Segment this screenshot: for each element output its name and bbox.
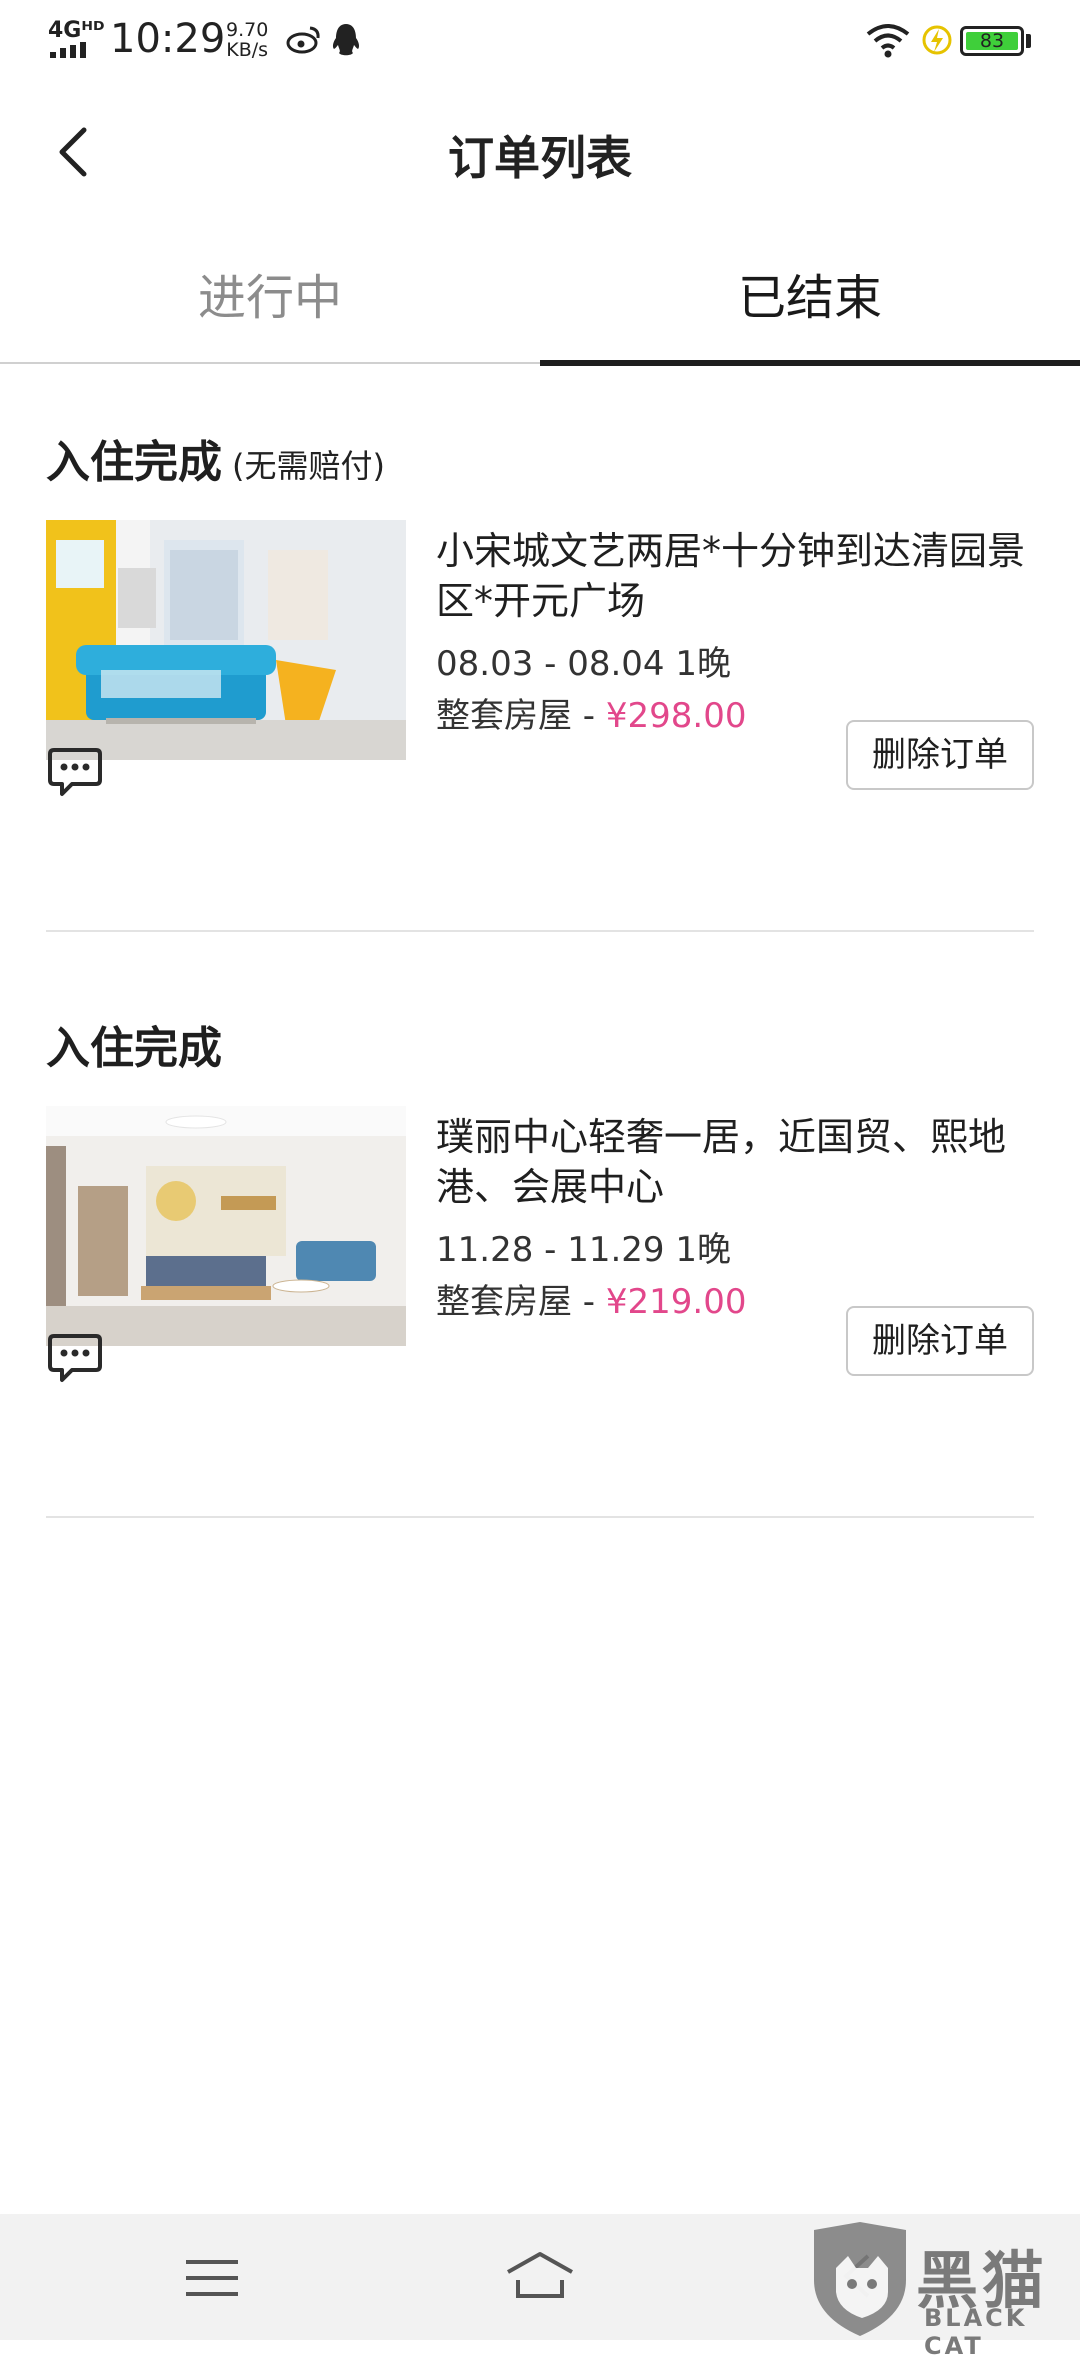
clock: 10:29 bbox=[110, 16, 226, 62]
price-line: 整套房屋 - ¥298.00 bbox=[436, 688, 747, 737]
battery-icon: 83 bbox=[960, 26, 1024, 56]
menu-icon[interactable] bbox=[184, 2258, 240, 2298]
tab-bar: 进行中 已结束 bbox=[0, 240, 1080, 366]
active-tab-indicator bbox=[540, 360, 1080, 366]
price-line: 整套房屋 - ¥219.00 bbox=[436, 1274, 747, 1323]
listing-name[interactable]: 小宋城文艺两居*十分钟到达清园景区*开元广场 bbox=[436, 526, 1036, 626]
cat-shield-logo bbox=[814, 2222, 906, 2336]
stay-dates: 08.03 - 08.04 1晚 bbox=[436, 644, 731, 684]
watermark: 黑猫 BLACK CAT bbox=[808, 2222, 1080, 2360]
order-status-note: (无需赔付) bbox=[232, 447, 385, 485]
message-icon[interactable] bbox=[46, 1328, 104, 1386]
tab-ongoing[interactable]: 进行中 bbox=[0, 258, 540, 328]
network-type: 4Gᴴᴰ bbox=[48, 18, 105, 43]
qq-icon bbox=[332, 24, 360, 56]
tab-finished[interactable]: 已结束 bbox=[540, 258, 1080, 328]
battery-level: 83 bbox=[979, 30, 1005, 52]
order-card[interactable]: 入住完成 璞丽中心轻奢一居，近国贸、熙地港、会展中心 11.28 - 11.29… bbox=[0, 1012, 1080, 1598]
listing-name[interactable]: 璞丽中心轻奢一居，近国贸、熙地港、会展中心 bbox=[436, 1112, 1036, 1212]
delete-order-button[interactable]: 删除订单 bbox=[846, 720, 1034, 790]
delete-order-button[interactable]: 删除订单 bbox=[846, 1306, 1034, 1376]
stay-dates: 11.28 - 11.29 1晚 bbox=[436, 1230, 731, 1270]
message-icon[interactable] bbox=[46, 742, 104, 800]
signal-icon bbox=[50, 42, 86, 58]
order-divider bbox=[46, 930, 1034, 932]
room-type: 整套房屋 - bbox=[436, 1282, 606, 1322]
weibo-icon bbox=[286, 26, 320, 54]
listing-photo[interactable] bbox=[46, 1106, 406, 1346]
order-card[interactable]: 入住完成 (无需赔付) 小宋城文艺两居*十分钟到达清园景区*开元广场 08.03 … bbox=[0, 426, 1080, 1012]
order-status: 入住完成 (无需赔付) bbox=[46, 437, 385, 488]
network-speed: 9.70 KB/s bbox=[226, 19, 269, 61]
room-type: 整套房屋 - bbox=[436, 696, 606, 736]
order-divider bbox=[46, 1516, 1034, 1518]
status-bar: 4Gᴴᴰ 10:29 9.70 KB/s 83 bbox=[0, 0, 1080, 86]
header: 订单列表 bbox=[0, 96, 1080, 206]
home-icon[interactable] bbox=[504, 2250, 576, 2302]
charging-icon bbox=[922, 25, 952, 55]
page-title: 订单列表 bbox=[448, 131, 632, 185]
order-price: ¥298.00 bbox=[605, 696, 747, 736]
order-price: ¥219.00 bbox=[605, 1282, 747, 1322]
order-status: 入住完成 bbox=[46, 1023, 222, 1074]
listing-photo[interactable] bbox=[46, 520, 406, 760]
wifi-icon bbox=[866, 24, 910, 58]
